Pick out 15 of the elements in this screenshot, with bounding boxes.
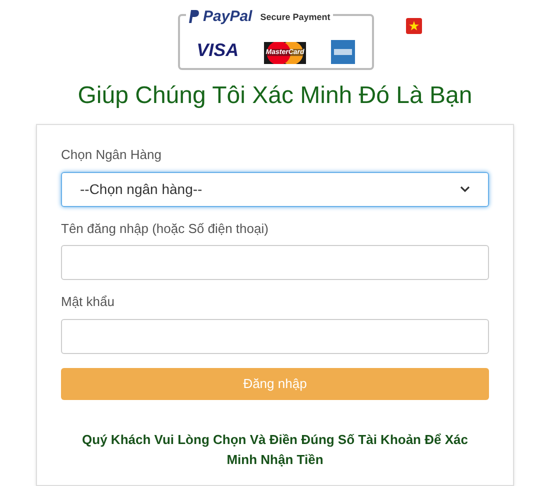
field-label: Chọn Ngân Hàng bbox=[61, 146, 162, 164]
field-label: Mật khẩu bbox=[61, 293, 116, 311]
bank-select[interactable]: --Chọn ngân hàng-- bbox=[61, 172, 489, 206]
chevron-icon bbox=[460, 186, 470, 192]
paypal-logo-icon bbox=[189, 10, 199, 24]
page-title: Giúp Chúng Tôi Xác Minh Đó Là Bạn bbox=[78, 81, 472, 111]
card-logo-icon bbox=[331, 40, 356, 64]
badge-caption: Secure Payment bbox=[260, 10, 330, 24]
password-field[interactable] bbox=[61, 318, 489, 354]
field-label: Tên đăng nhập (hoặc Số điện thoại) bbox=[61, 220, 270, 238]
instruction-text: Quý Khách Vui Lòng Chọn Và Điền Đúng Số Tài Khoản Để Xác Minh Nhận Tiền bbox=[81, 430, 469, 468]
card-logo: VISA bbox=[196, 39, 239, 62]
flag-icon bbox=[406, 18, 422, 34]
input-field[interactable] bbox=[61, 245, 489, 280]
brand-name: PayPal bbox=[203, 7, 252, 27]
